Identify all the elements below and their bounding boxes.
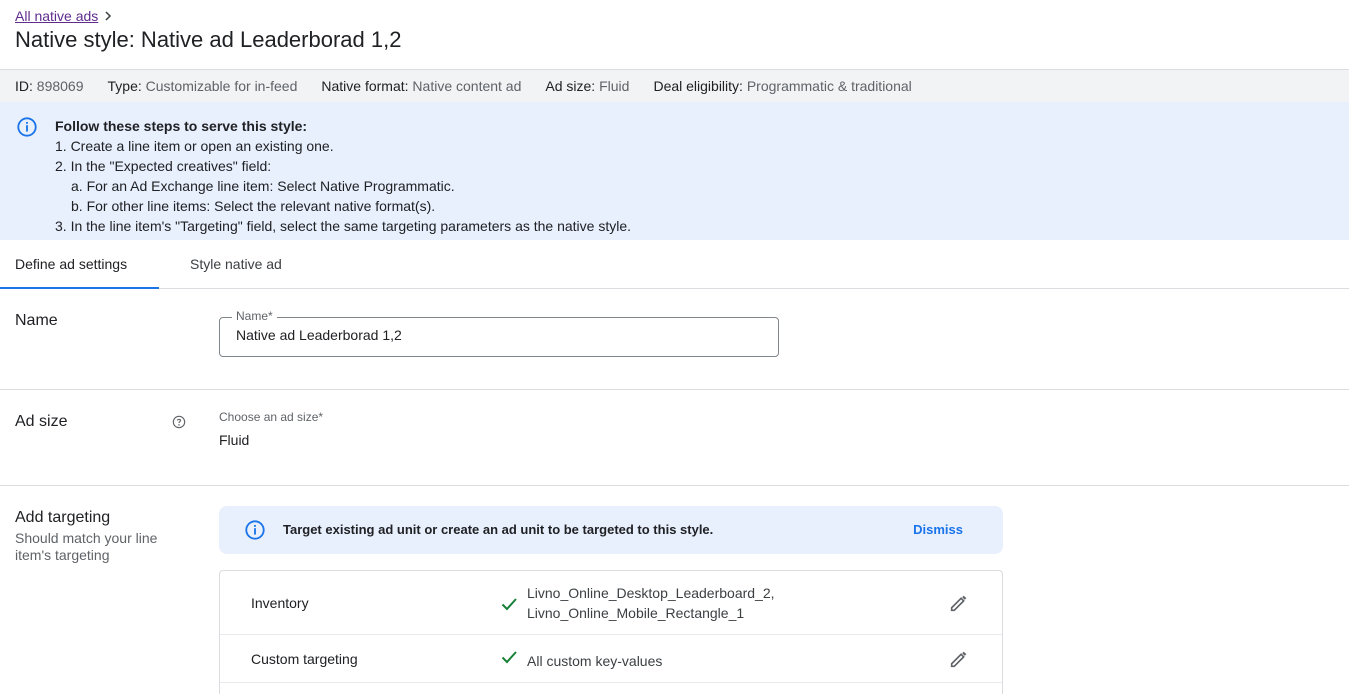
steps-info-box: Follow these steps to serve this style: … <box>0 102 1349 240</box>
tab-style-native-ad[interactable]: Style native ad <box>190 240 282 288</box>
name-field-label: Name* <box>232 309 277 323</box>
steps-title: Follow these steps to serve this style: <box>55 118 308 134</box>
targeting-row-value: Livno_Online_Desktop_Leaderboard_2, Livn… <box>527 583 775 623</box>
ad-size-section-label: Ad size <box>15 413 68 430</box>
check-icon <box>501 651 517 664</box>
inventory-value-line: Livno_Online_Desktop_Leaderboard_2, <box>527 585 775 601</box>
meta-native-format: Native format: Native content ad <box>321 78 522 94</box>
check-icon <box>501 598 517 611</box>
step-line: b. For other line items: Select the rele… <box>71 198 436 214</box>
targeting-row-custom: Custom targeting All custom key-values <box>220 635 1002 683</box>
targeting-table: Inventory Livno_Online_Desktop_Leaderboa… <box>219 570 1003 694</box>
step-line: 2. In the "Expected creatives" field: <box>55 158 272 174</box>
ad-size-choose-label: Choose an ad size* <box>219 410 324 424</box>
meta-bar: ID: 898069 Type: Customizable for in-fee… <box>0 69 1349 102</box>
inventory-value-line: Livno_Online_Mobile_Rectangle_1 <box>527 605 745 621</box>
tab-define-ad-settings[interactable]: Define ad settings <box>0 240 159 289</box>
name-section-label: Name <box>15 312 58 329</box>
info-icon <box>245 520 265 540</box>
breadcrumb: All native ads <box>15 8 114 24</box>
tab-bar: Define ad settings Style native ad <box>0 240 1349 289</box>
help-icon[interactable] <box>172 415 186 429</box>
divider <box>0 485 1349 486</box>
targeting-row-value: All custom key-values <box>527 653 663 669</box>
add-targeting-subtext: Should match your line item's targeting <box>15 530 158 563</box>
page-title: Native style: Native ad Leaderborad 1,2 <box>15 27 402 52</box>
step-line: 3. In the line item's "Targeting" field,… <box>55 218 632 234</box>
name-field[interactable]: Name* <box>219 309 779 357</box>
targeting-row-inventory: Inventory Livno_Online_Desktop_Leaderboa… <box>220 571 1002 635</box>
edit-pencil-icon[interactable] <box>948 648 970 670</box>
add-targeting-label: Add targeting <box>15 509 111 526</box>
dismiss-button[interactable]: Dismiss <box>913 522 963 537</box>
ad-size-value: Fluid <box>219 432 250 448</box>
step-line: 1. Create a line item or open an existin… <box>55 138 334 154</box>
info-icon <box>17 117 37 137</box>
all-native-ads-link[interactable]: All native ads <box>15 8 98 24</box>
meta-ad-size: Ad size: Fluid <box>545 78 630 94</box>
meta-deal-eligibility: Deal eligibility: Programmatic & traditi… <box>653 78 912 94</box>
step-line: a. For an Ad Exchange line item: Select … <box>71 178 455 194</box>
targeting-row-name: Inventory <box>251 595 309 611</box>
edit-pencil-icon[interactable] <box>948 592 970 614</box>
meta-id: ID: 898069 <box>15 78 84 94</box>
targeting-info-banner: Target existing ad unit or create an ad … <box>219 506 1003 554</box>
targeting-banner-message: Target existing ad unit or create an ad … <box>283 522 714 537</box>
targeting-row-name: Custom targeting <box>251 651 358 667</box>
meta-type: Type: Customizable for in-feed <box>107 78 298 94</box>
name-input[interactable] <box>236 327 756 343</box>
divider <box>0 389 1349 390</box>
chevron-right-icon <box>105 11 112 21</box>
